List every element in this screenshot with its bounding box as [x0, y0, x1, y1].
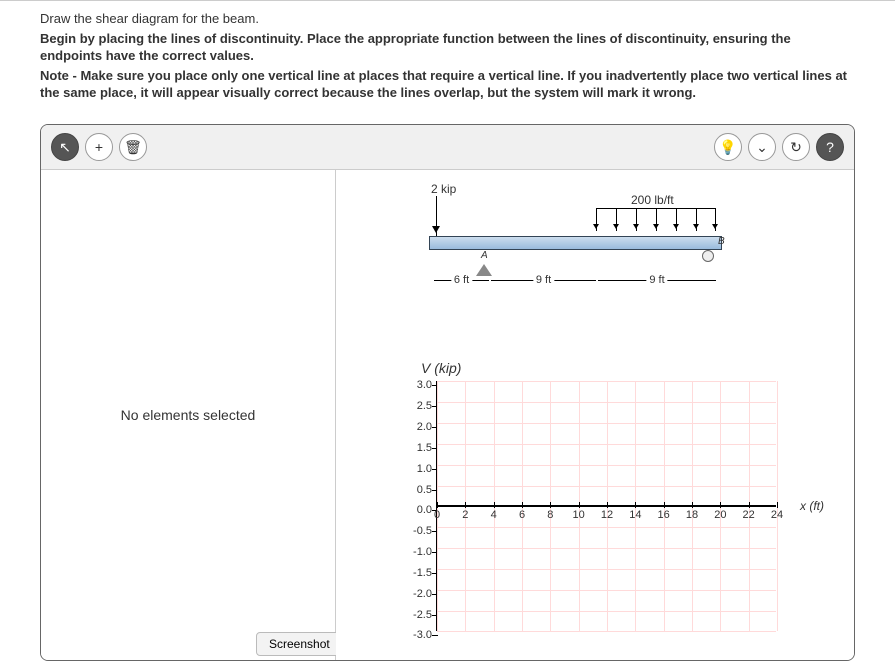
x-tick-label: 6: [519, 509, 525, 521]
x-tick-label: 24: [771, 509, 783, 521]
dist-load-icon: [596, 208, 716, 236]
right-panel[interactable]: 2 kip 200 lb/ft A B 6 ft 9 ft 9 ft: [336, 170, 854, 660]
left-panel: No elements selected Screenshot: [41, 170, 336, 660]
y-tick-label: 2.5: [404, 400, 432, 412]
divider: [0, 0, 895, 1]
chevron-down-icon: ⌄: [756, 139, 768, 156]
workspace: ↖ + 🗑 💡 ⌄ ↻ ? No elements selected Scree…: [40, 124, 855, 661]
instruction-line-1: Draw the shear diagram for the beam.: [40, 11, 855, 28]
x-tick-label: 0: [434, 509, 440, 521]
toolbar: ↖ + 🗑 💡 ⌄ ↻ ?: [41, 125, 854, 170]
cursor-icon: ↖: [59, 139, 71, 156]
instructions-block: Draw the shear diagram for the beam. Beg…: [0, 11, 895, 114]
dropdown-button[interactable]: ⌄: [748, 133, 776, 161]
toolbar-right: 💡 ⌄ ↻ ?: [714, 133, 844, 161]
x-tick-label: 14: [629, 509, 641, 521]
y-tick-label: -1.5: [404, 567, 432, 579]
trash-icon: 🗑: [124, 139, 142, 156]
chart-y-axis-label: V (kip): [421, 360, 796, 376]
dimension-1: 6 ft: [434, 280, 489, 281]
y-tick-label: -2.5: [404, 609, 432, 621]
support-a-label: A: [481, 250, 488, 261]
x-tick-label: 12: [601, 509, 613, 521]
support-b-label: B: [718, 236, 725, 247]
y-tick-label: 3.0: [404, 379, 432, 391]
question-icon: ?: [826, 139, 834, 155]
y-tick-label: 1.5: [404, 442, 432, 454]
x-tick-label: 20: [714, 509, 726, 521]
y-tick-label: 0.5: [404, 484, 432, 496]
toolbar-left: ↖ + 🗑: [51, 133, 147, 161]
x-tick-label: 8: [547, 509, 553, 521]
y-tick-label: -3.0: [404, 629, 432, 641]
beam-body: [429, 236, 722, 250]
delete-tool-button[interactable]: 🗑: [119, 133, 147, 161]
canvas-area: No elements selected Screenshot 2 kip 20…: [41, 170, 854, 660]
point-load-label: 2 kip: [431, 182, 456, 196]
screenshot-button[interactable]: Screenshot: [256, 632, 343, 656]
dimension-3: 9 ft: [598, 280, 716, 281]
add-tool-button[interactable]: +: [85, 133, 113, 161]
shear-chart[interactable]: V (kip) 3.0 2.5 2.0 1.5 1.0 0.5 0.0 -0.5 -1.0 -1.…: [386, 360, 796, 631]
instruction-line-3: Note - Make sure you place only one vert…: [40, 68, 855, 102]
y-tick-label: 2.0: [404, 421, 432, 433]
y-tick-label: -0.5: [404, 525, 432, 537]
dist-load-label: 200 lb/ft: [631, 193, 674, 207]
refresh-icon: ↻: [790, 139, 802, 156]
chart-grid[interactable]: x (ft) 024681012141618202224: [436, 381, 776, 631]
hint-button[interactable]: 💡: [714, 133, 742, 161]
x-tick-label: 22: [743, 509, 755, 521]
beam-diagram: 2 kip 200 lb/ft A B 6 ft 9 ft 9 ft: [426, 190, 834, 340]
bulb-icon: 💡: [719, 139, 736, 156]
y-tick-label: -2.0: [404, 588, 432, 600]
refresh-button[interactable]: ↻: [782, 133, 810, 161]
dimension-2: 9 ft: [491, 280, 596, 281]
x-tick-label: 2: [462, 509, 468, 521]
selection-status: No elements selected: [121, 407, 256, 423]
x-tick-label: 16: [658, 509, 670, 521]
cursor-tool-button[interactable]: ↖: [51, 133, 79, 161]
x-tick-label: 10: [573, 509, 585, 521]
help-button[interactable]: ?: [816, 133, 844, 161]
y-tick-label: 0.0: [404, 504, 432, 516]
y-tick-label: -1.0: [404, 546, 432, 558]
point-load-arrow-icon: [436, 196, 437, 236]
x-tick-label: 18: [686, 509, 698, 521]
x-tick-label: 4: [491, 509, 497, 521]
chart-x-axis-label: x (ft): [800, 499, 824, 513]
plus-icon: +: [95, 139, 103, 155]
y-tick-label: 1.0: [404, 463, 432, 475]
instruction-line-2: Begin by placing the lines of discontinu…: [40, 31, 855, 65]
